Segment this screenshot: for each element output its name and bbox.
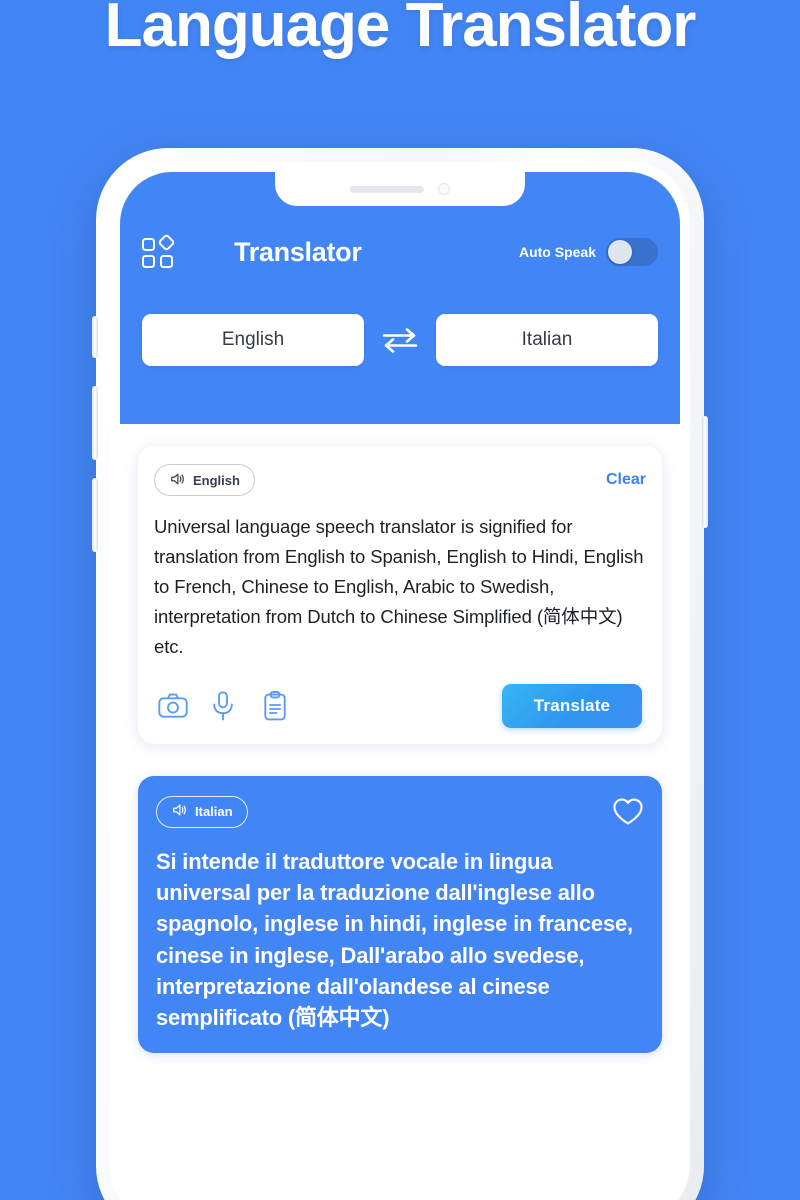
result-card-header: Italian (156, 795, 644, 828)
phone-device-frame: Translator Auto Speak English Italian En… (92, 148, 708, 1200)
source-language-button[interactable]: English (142, 314, 364, 366)
auto-speak-toggle[interactable] (606, 238, 658, 266)
silent-switch-button[interactable] (92, 316, 98, 358)
clear-button[interactable]: Clear (606, 471, 646, 489)
volume-up-button[interactable] (92, 386, 98, 460)
volume-down-button[interactable] (92, 478, 98, 552)
phone-bezel: Translator Auto Speak English Italian En… (110, 162, 690, 1200)
phone-notch (275, 172, 525, 206)
source-action-row: Translate (154, 683, 646, 728)
result-chip-label: Italian (195, 804, 233, 820)
source-speak-chip[interactable]: English (154, 464, 255, 496)
source-chip-label: English (193, 472, 240, 488)
grid-apps-icon[interactable] (142, 233, 176, 269)
translate-button[interactable]: Translate (502, 683, 642, 728)
source-text[interactable]: Universal language speech translator is … (154, 512, 646, 662)
front-camera-icon (438, 183, 450, 195)
language-selector-row: English Italian (142, 314, 658, 366)
source-card-header: English Clear (154, 464, 646, 496)
auto-speak-control: Auto Speak (519, 238, 658, 266)
toggle-knob (608, 240, 632, 264)
heart-outline-icon[interactable] (612, 797, 644, 827)
promo-headline: Language Translator (104, 0, 697, 60)
auto-speak-label: Auto Speak (518, 244, 596, 260)
clipboard-icon[interactable] (262, 690, 314, 721)
source-text-card: English Clear Universal language speech … (138, 446, 662, 744)
phone-screen: Translator Auto Speak English Italian En… (120, 172, 680, 1200)
translation-result-card: Italian Si intende il traduttore vocale … (138, 775, 662, 1054)
speaker-icon (171, 803, 187, 820)
microphone-icon[interactable] (210, 691, 262, 721)
target-language-button[interactable]: Italian (436, 314, 658, 366)
app-title: Translator (234, 236, 362, 267)
app-header-top-row: Translator Auto Speak (142, 224, 658, 280)
power-button[interactable] (702, 416, 708, 528)
speaker-icon (169, 472, 185, 489)
app-header: Translator Auto Speak English Italian (120, 172, 680, 424)
translated-text[interactable]: Si intende il traduttore vocale in lingu… (156, 846, 644, 1033)
app-content: English Clear Universal language speech … (120, 424, 680, 1054)
earpiece-speaker-icon (350, 185, 424, 193)
camera-icon[interactable] (158, 693, 210, 719)
swap-horizontal-icon[interactable] (364, 325, 436, 355)
result-speak-chip[interactable]: Italian (156, 795, 248, 828)
